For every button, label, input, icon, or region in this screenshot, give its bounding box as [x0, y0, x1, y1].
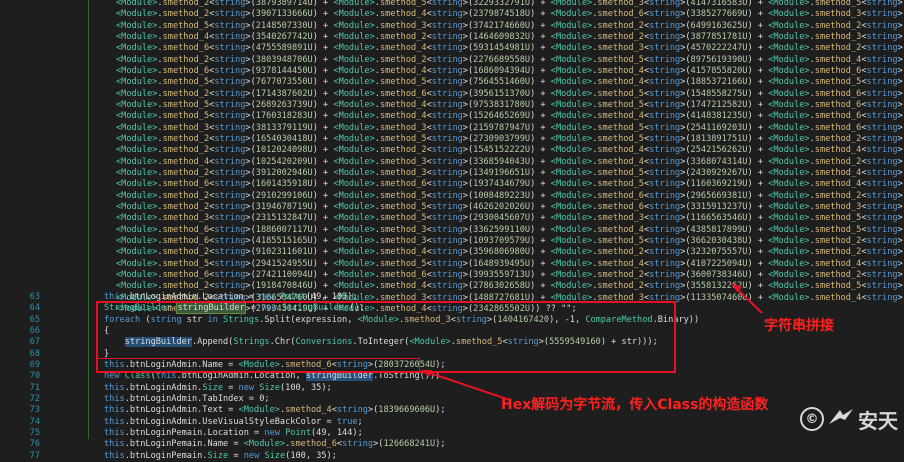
bird-logo-icon [828, 407, 854, 432]
code-line[interactable]: 76 this.btnLoginPemain.Name = <Module>.sm… [0, 439, 904, 450]
hex-decode-note: Hex解码为字节流，传入Class的构造函数 [501, 397, 769, 413]
line-number: 77 [29, 450, 40, 461]
string-concat-note: 字符串拼接 [764, 318, 834, 334]
watermark-text: 安天 [858, 408, 898, 433]
copyright-icon: © [800, 407, 824, 431]
antiy-watermark: © 安天 [800, 405, 898, 433]
annotation-arrows [421, 283, 763, 401]
code-text: this.btnLoginPemain.Name = <Module>.smet… [104, 439, 446, 450]
code-line[interactable]: 77 this.btnLoginPemain.Size = new Size(10… [0, 451, 904, 462]
line-number: 76 [29, 439, 40, 450]
code-text: this.btnLoginPemain.Size = new Size(100,… [104, 450, 337, 461]
